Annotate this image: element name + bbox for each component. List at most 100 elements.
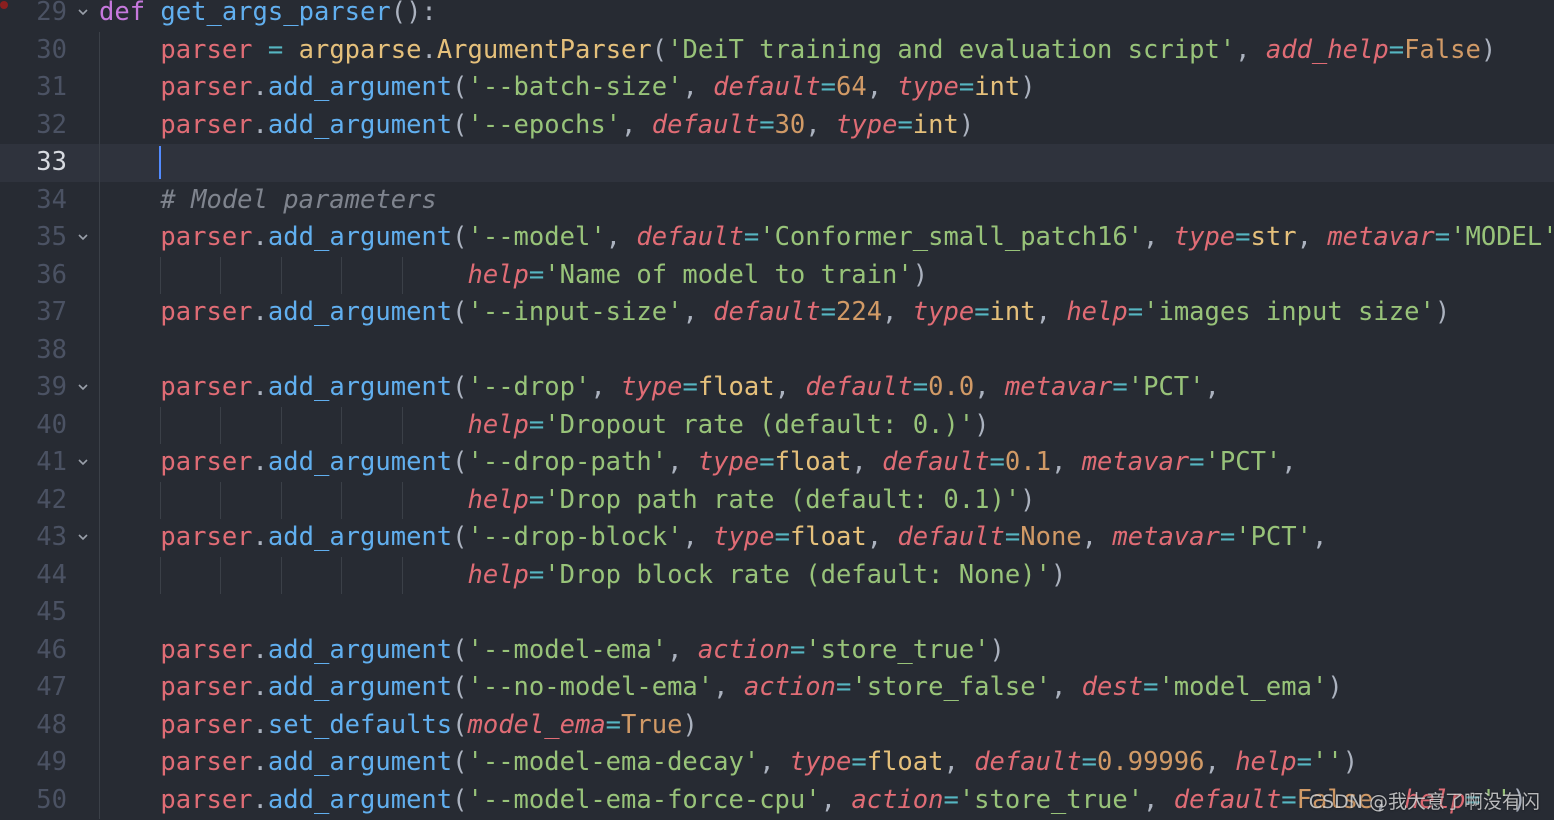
token-op: = [528, 484, 545, 515]
code-text[interactable]: parser.add_argument('--model-ema-decay',… [99, 744, 1358, 782]
code-line[interactable]: 38 [0, 331, 1554, 369]
code-text[interactable]: parser.add_argument('--drop-path', type=… [99, 444, 1296, 482]
token-op: = [1235, 222, 1251, 252]
code-text[interactable]: parser.add_argument('--batch-size', defa… [99, 69, 1035, 107]
chevron-down-icon[interactable] [77, 456, 89, 468]
token-type: float [774, 447, 852, 477]
token-op: = [835, 672, 852, 702]
token-param: model_ema [467, 709, 606, 740]
token-str: 'store_true' [805, 634, 990, 665]
token-pun: . [252, 634, 268, 665]
token-op: = [820, 297, 836, 327]
token-pun: ) [682, 709, 698, 740]
token-var: parser [160, 784, 253, 815]
code-line[interactable]: 36 help='Name of model to train') [0, 256, 1554, 295]
code-line[interactable]: 41 parser.add_argument('--drop-path', ty… [0, 444, 1554, 482]
code-editor[interactable]: 29 def get_args_parser(): 30 parser = argp… [0, 0, 1554, 820]
code-text[interactable]: help='Drop block rate (default: None)') [99, 557, 1066, 595]
code-line[interactable]: 44 help='Drop block rate (default: None)… [0, 556, 1554, 595]
token-fn: add_argument [267, 634, 453, 665]
token-pun: , [805, 109, 837, 140]
code-text[interactable]: help='Drop path rate (default: 0.1)') [99, 482, 1035, 520]
code-text[interactable]: parser.set_defaults(model_ema=True) [99, 707, 698, 745]
token-pun: ) [974, 409, 990, 440]
code-line[interactable]: 32 parser.add_argument('--epochs', defau… [0, 106, 1554, 145]
token-pun: ( [452, 222, 468, 252]
code-text[interactable]: parser.add_argument('--drop', type=float… [99, 369, 1219, 407]
token-pun: . [252, 709, 268, 740]
token-num: 0.99996 [1097, 747, 1205, 777]
line-number: 34 [36, 184, 67, 215]
code-line[interactable]: 48 parser.set_defaults(model_ema=True) [0, 706, 1554, 745]
token-param: action [743, 672, 836, 702]
code-line[interactable]: 33 [0, 144, 1554, 182]
chevron-down-icon[interactable] [77, 6, 89, 18]
token-param: default [882, 447, 990, 477]
line-number: 31 [36, 72, 67, 102]
token-var: parser [160, 222, 253, 252]
code-text[interactable]: help='Dropout rate (default: 0.)') [99, 407, 989, 445]
code-text[interactable]: parser.add_argument('--no-model-ema', ac… [99, 669, 1342, 707]
token-param: metavar [1112, 522, 1220, 552]
code-line[interactable]: 49 parser.add_argument('--model-ema-deca… [0, 744, 1554, 782]
token-cls: ArgumentParser [436, 34, 652, 65]
token-pun: , [682, 72, 714, 102]
code-text[interactable]: parser.add_argument('--model-ema', actio… [99, 632, 1004, 670]
token-op: = [989, 447, 1005, 477]
code-line[interactable]: 46 parser.add_argument('--model-ema', ac… [0, 631, 1554, 670]
code-line[interactable]: 37 parser.add_argument('--input-size', d… [0, 294, 1554, 332]
code-text[interactable]: parser = argparse.ArgumentParser('DeiT t… [99, 32, 1496, 70]
token-fn: add_argument [267, 109, 453, 140]
indent-guide [99, 594, 100, 632]
code-line[interactable]: 29 def get_args_parser(): [0, 0, 1554, 32]
token-param: help [467, 259, 529, 290]
code-line[interactable]: 42 help='Drop path rate (default: 0.1)') [0, 481, 1554, 520]
token-str: '--drop-block' [467, 522, 683, 552]
code-line[interactable]: 35 parser.add_argument('--model', defaul… [0, 219, 1554, 257]
token-pun [253, 35, 268, 65]
token-type: float [789, 522, 867, 552]
token-type: float [697, 372, 775, 402]
token-pun: . [252, 784, 268, 815]
token-param: type [621, 372, 683, 402]
code-line[interactable]: 31 parser.add_argument('--batch-size', d… [0, 69, 1554, 107]
token-pun: . [252, 372, 268, 402]
code-text[interactable] [99, 144, 160, 182]
token-str: 'PCT' [1127, 372, 1205, 402]
token-param: help [1066, 297, 1128, 327]
token-num: 0.0 [928, 372, 975, 402]
code-line[interactable]: 39 parser.add_argument('--drop', type=fl… [0, 369, 1554, 407]
code-text[interactable]: parser.add_argument('--model', default='… [99, 219, 1554, 257]
code-text[interactable]: parser.add_argument('--drop-block', type… [99, 519, 1327, 557]
token-str: 'PCT' [1235, 522, 1312, 552]
token-param: action [697, 634, 790, 665]
token-pun: , [1050, 672, 1082, 702]
token-op: = [1189, 447, 1205, 477]
token-param: help [467, 484, 529, 515]
token-pun: ( [452, 747, 468, 777]
code-line[interactable]: 34 # Model parameters [0, 181, 1554, 220]
code-text[interactable]: parser.add_argument('--input-size', defa… [99, 294, 1450, 332]
chevron-down-icon[interactable] [77, 381, 89, 393]
code-line[interactable]: 40 help='Dropout rate (default: 0.)') [0, 406, 1554, 445]
code-line[interactable]: 47 parser.add_argument('--no-model-ema',… [0, 669, 1554, 707]
chevron-down-icon[interactable] [77, 531, 89, 543]
code-text[interactable]: def get_args_parser(): [99, 0, 437, 32]
code-text[interactable]: # Model parameters [99, 182, 436, 220]
code-line[interactable]: 30 parser = argparse.ArgumentParser('Dei… [0, 31, 1554, 70]
token-var: parser [160, 34, 253, 65]
chevron-down-icon[interactable] [77, 231, 89, 243]
token-pun [283, 35, 298, 65]
token-type: int [989, 297, 1036, 327]
token-pun: . [252, 747, 268, 777]
code-text[interactable]: parser.add_argument('--epochs', default=… [99, 107, 974, 145]
token-param: metavar [1004, 372, 1113, 402]
token-fn: add_argument [267, 784, 453, 815]
code-line[interactable]: 45 [0, 594, 1554, 632]
token-op: = [682, 372, 698, 402]
token-var: parser [160, 297, 253, 327]
token-pun: ( [452, 109, 468, 140]
code-text[interactable]: help='Name of model to train') [99, 257, 928, 295]
code-line[interactable]: 43 parser.add_argument('--drop-block', t… [0, 519, 1554, 557]
line-number: 44 [36, 559, 67, 590]
